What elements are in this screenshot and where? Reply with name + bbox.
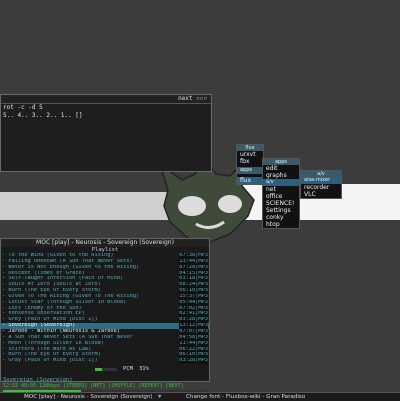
menu-item-settings[interactable]: Settings — [263, 207, 299, 214]
track-duration-value: 07:28 — [179, 264, 196, 270]
track-duration-value: 15:37 — [179, 293, 196, 299]
terminal-window[interactable]: next ▫▫▫ rot -c -d 5 5.. 4.. 3.. 2.. 1..… — [0, 94, 212, 172]
track-duration-value: 11:44 — [179, 340, 196, 346]
terminal-output-line: 5.. 4.. 3.. 2.. 1.. [] — [3, 112, 83, 119]
menu-item-urxvt[interactable]: urxvt — [237, 151, 263, 158]
track-title: - Gray (Pain Of Mind [Disc 1]) — [2, 358, 98, 364]
track-title: - Stirtera (The Word As Law) — [2, 346, 92, 352]
volume-bar[interactable] — [95, 368, 117, 372]
track-title: - Souls At Zero (Souls at Zero) — [2, 282, 101, 288]
track-duration-value: 06:22 — [179, 346, 196, 352]
track-duration-value: 06:10 — [179, 288, 196, 294]
track-title: - Moon (Through Silver in Blood) — [2, 340, 105, 346]
menu-item-office[interactable]: office — [263, 193, 299, 200]
volume-bar-row: PCM 31% — [1, 366, 209, 373]
menu-item-conky[interactable]: conky — [263, 214, 299, 221]
moc-window-title: MOC [play] - Neurosis - Sovereign (Sover… — [1, 239, 209, 247]
track-format: MP3 — [198, 270, 208, 276]
track-duration-value: 13:12 — [179, 323, 196, 329]
track-format: MP3 — [198, 352, 208, 358]
track-title: - Sovereign (Sovereign) — [2, 323, 76, 329]
apps-submenu[interactable]: apps edit graphs a/v net office SCIENCE!… — [262, 158, 300, 229]
track-format: MP3 — [198, 346, 208, 352]
track-format: MP3 — [198, 253, 208, 258]
track-format: MP3 — [198, 317, 208, 323]
track-duration-value: 03:28 — [179, 317, 196, 323]
track-format: MP3 — [198, 323, 208, 329]
volume-label: PCM — [123, 366, 133, 373]
menu-item-net[interactable]: net — [263, 186, 299, 193]
track-duration-value: 06:10 — [179, 352, 196, 358]
track-title: - Water is Not Enough (Given to the Risi… — [2, 264, 140, 270]
playlist-row[interactable]: - Gray (Pain Of Mind [Disc 1]) 03:28|MP3 — [1, 358, 209, 365]
track-duration-value: 04:15 — [179, 270, 196, 276]
menu-item-htop[interactable]: htop — [263, 221, 299, 228]
track-duration-value: 08:24 — [179, 282, 196, 288]
av-submenu[interactable]: a/v alsa-mixer recorder VLC — [300, 170, 342, 199]
menu-item-science[interactable]: SCIENCE! — [263, 200, 299, 207]
track-duration-value: 04:58 — [179, 334, 196, 340]
menu-item-av[interactable]: a/v — [263, 179, 299, 186]
track-duration-value: 13:44 — [179, 258, 196, 264]
track-title: - Self-Taught Infection (Pain Of Mind) — [2, 276, 124, 282]
track-format: MP3 — [198, 340, 208, 346]
track-format: MP3 — [198, 305, 208, 311]
track-format: MP3 — [198, 276, 208, 282]
menu-item-flux[interactable]: flux — [237, 177, 263, 184]
track-title: - Lost (Enemy of the Sun) — [2, 305, 82, 311]
window-controls-icon[interactable]: ▫▫▫ — [196, 95, 207, 102]
track-title: - Given To The Rising (Given To The Risi… — [2, 293, 140, 299]
track-title: - To the Wind (Given to the Rising) — [2, 253, 114, 258]
track-format: MP3 — [198, 358, 208, 364]
track-duration-value: 05:44 — [179, 299, 196, 305]
playlist[interactable]: - To the Wind (Given to the Rising) 07:38… — [1, 253, 209, 365]
track-format: MP3 — [198, 311, 208, 317]
track-title: - Jarboe - Within (Neurosis & Jarboe) — [2, 328, 120, 334]
track-format: MP3 — [198, 288, 208, 294]
track-duration-value: 07:02 — [179, 305, 196, 311]
track-format: MP3 — [198, 258, 208, 264]
menu-item-recorder[interactable]: recorder — [301, 184, 341, 191]
track-duration-value: 07:07 — [179, 328, 196, 334]
menu-item-fbx[interactable]: fbx — [237, 158, 263, 165]
menu-item-alsa-mixer[interactable]: alsa-mixer — [301, 177, 341, 184]
track-duration: 03:28|MP3 — [179, 358, 208, 365]
track-duration-value: 03:28 — [179, 358, 196, 364]
terminal-prompt-line: rot -c -d 5 — [3, 104, 43, 111]
menu-item-apps-title[interactable]: apps — [237, 167, 263, 174]
menu-item-vlc[interactable]: VLC — [301, 191, 341, 198]
track-format: MP3 — [198, 334, 208, 340]
track-format: MP3 — [198, 282, 208, 288]
volume-fill — [95, 368, 102, 372]
track-title: - Locust Star (Through Silver in Blood) — [2, 299, 127, 305]
track-duration-value: 02:41 — [179, 311, 196, 317]
terminal-titlebar[interactable]: next ▫▫▫ — [1, 95, 211, 104]
menu-item-graphs[interactable]: graphs — [263, 172, 299, 179]
root-menu[interactable]: flux urxvt fbx apps flux — [236, 144, 264, 185]
moc-player-window[interactable]: MOC [play] - Neurosis - Sovereign (Sover… — [0, 238, 210, 394]
track-format: MP3 — [198, 264, 208, 270]
track-title: - Burn (The Eye Of Every Storm) — [2, 352, 101, 358]
volume-value: 31% — [139, 366, 149, 373]
track-title: - Descent (Times of Grace) — [2, 270, 85, 276]
track-duration-value: 03:18 — [179, 276, 196, 282]
terminal-title: next — [178, 95, 193, 102]
track-title: - Burn (The Eye Of Every Storm) — [2, 288, 101, 294]
track-format: MP3 — [198, 299, 208, 305]
track-title: - Grey (Pain Of Mind [Disc 1]) — [2, 317, 98, 323]
track-title: - Falling Unknown (A Sun That Never Sets… — [2, 258, 133, 264]
track-title: - A Sun That Never Sets (A Sun That Neve… — [2, 334, 133, 340]
track-format: MP3 — [198, 293, 208, 299]
track-duration-value: 07:38 — [179, 253, 196, 258]
track-title: - nonsense Observation EP) — [2, 311, 85, 317]
menu-item-edit[interactable]: edit — [263, 165, 299, 172]
track-format: MP3 — [198, 328, 208, 334]
moc-status-line: 12:52 48:05 128kbps [STEREO] [NET] [SHUF… — [3, 383, 184, 390]
